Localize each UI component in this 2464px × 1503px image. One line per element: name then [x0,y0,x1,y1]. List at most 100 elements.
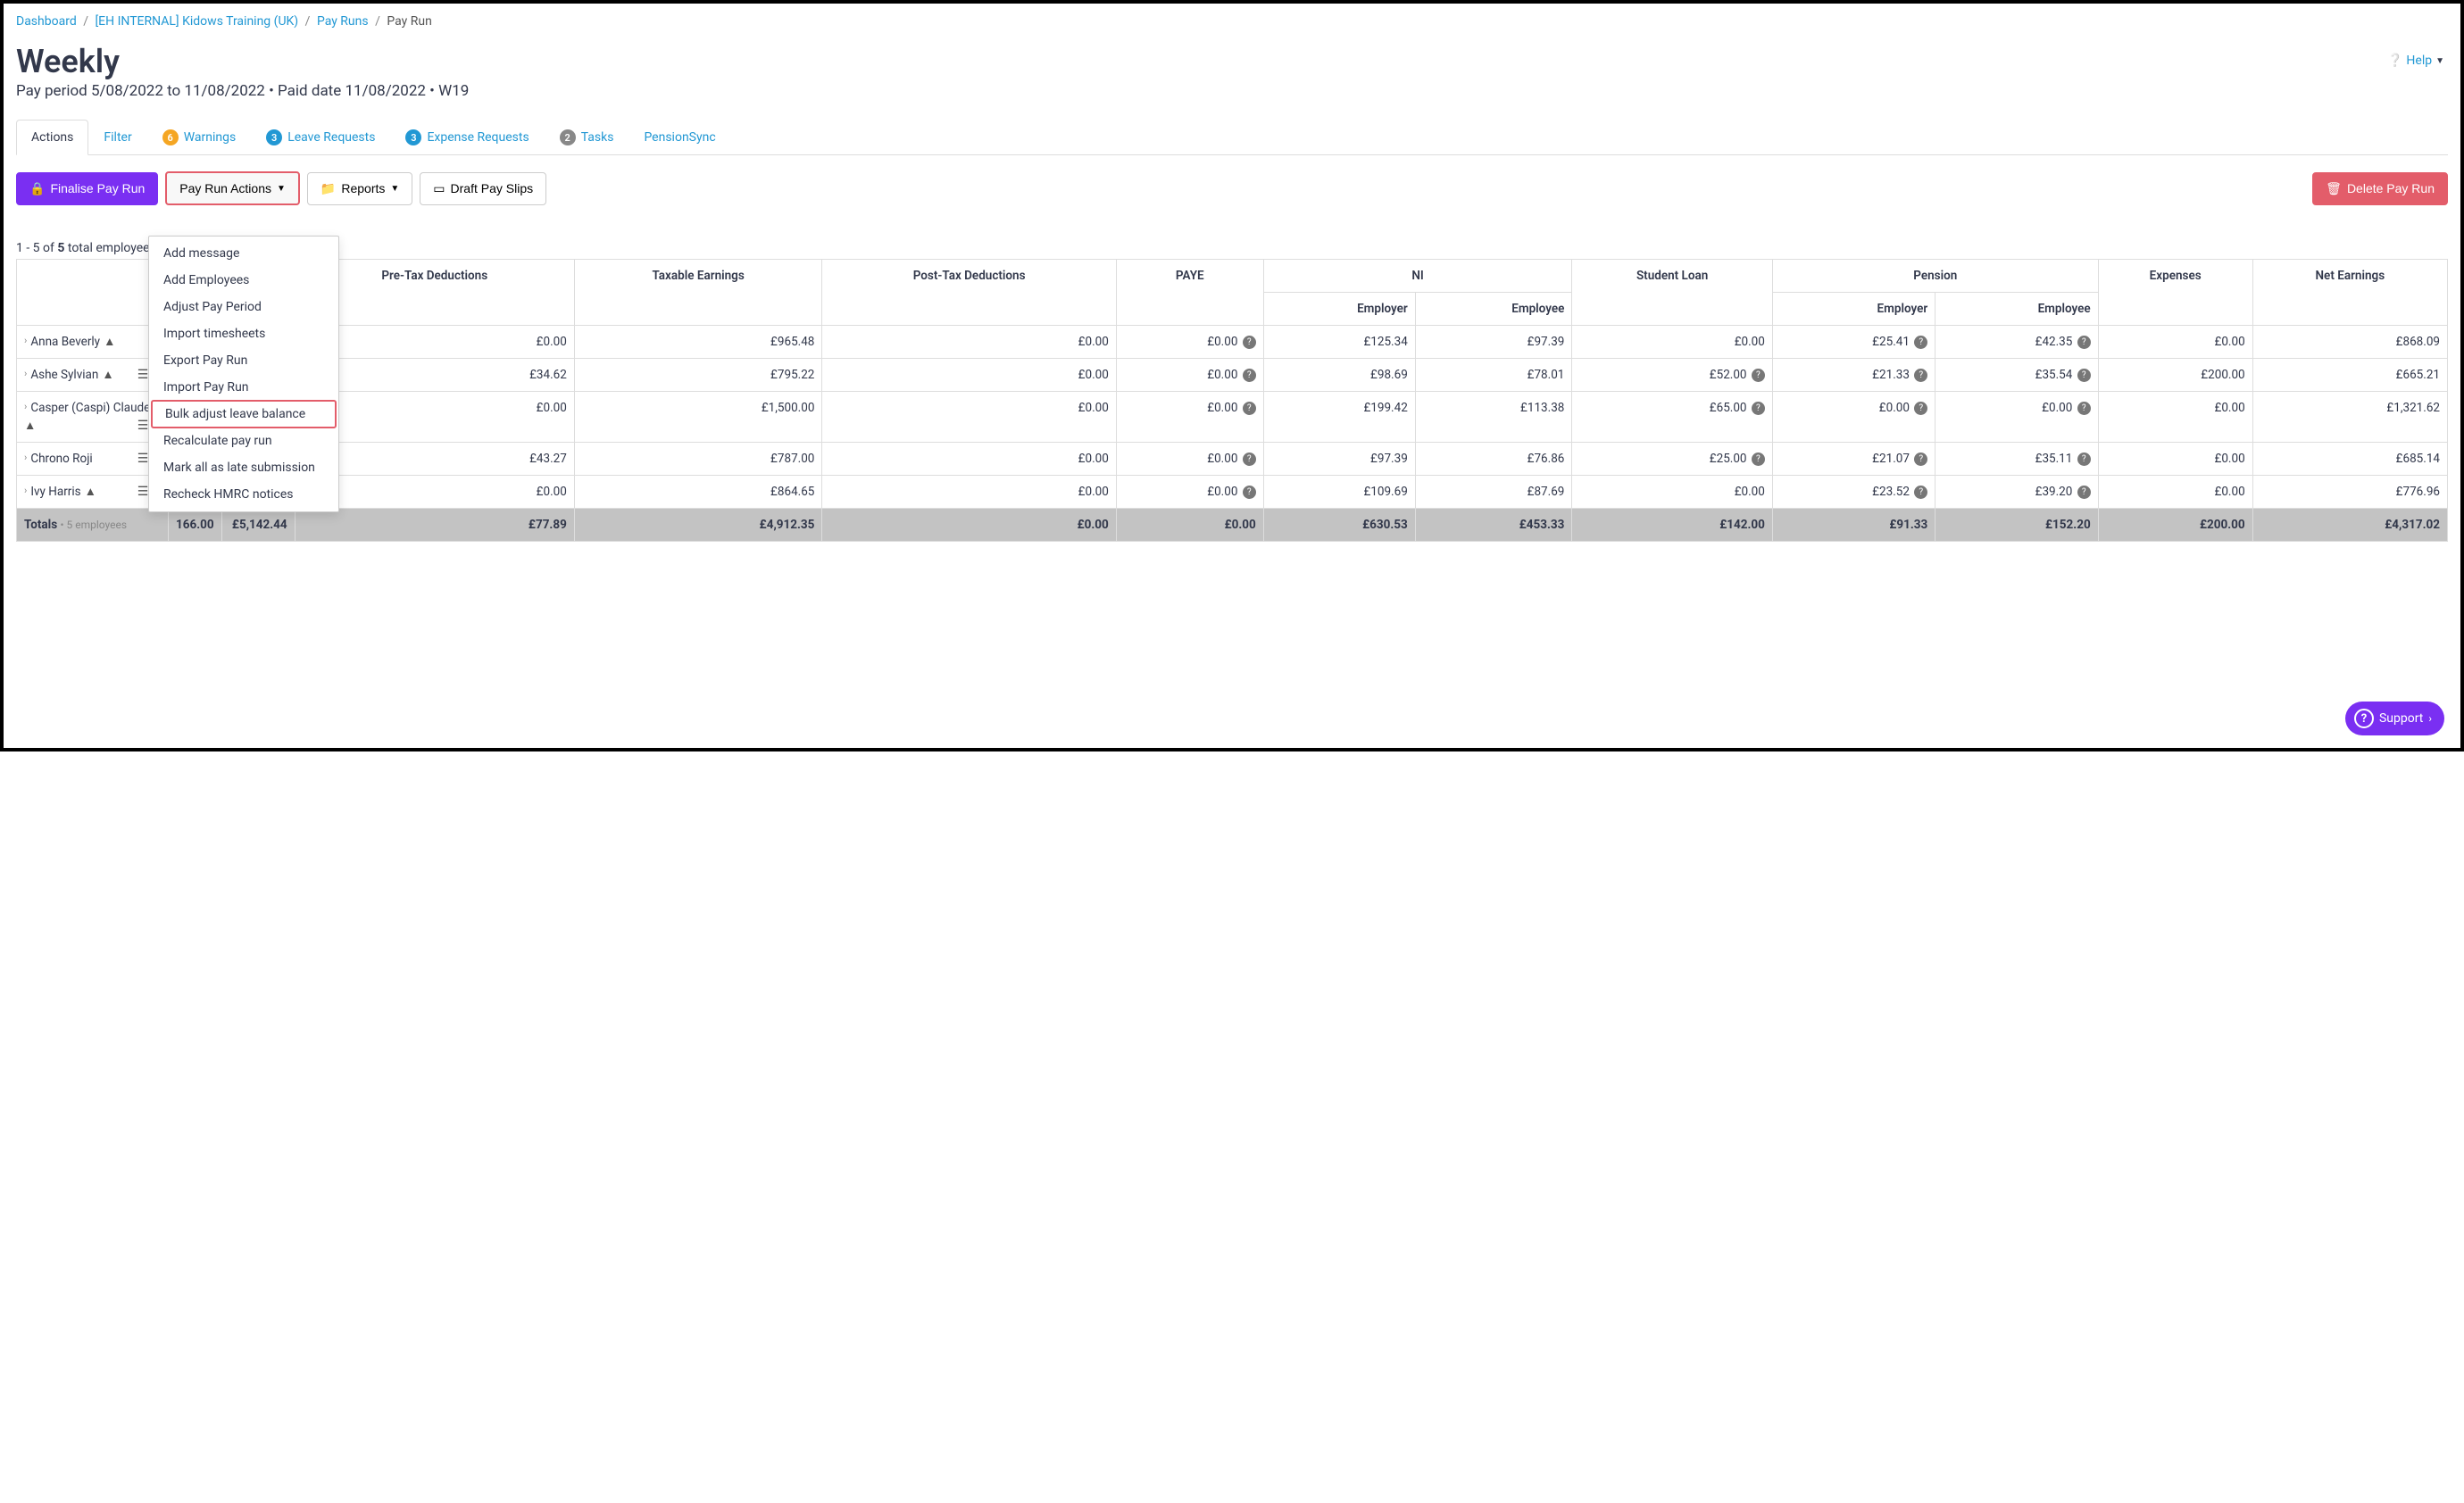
table-row: › Chrono Roji ☰✎38.00£865.38£43.27£787.0… [17,443,2448,476]
employee-name[interactable]: Casper (Caspi) Claude [30,401,150,415]
help-icon[interactable]: ? [1752,369,1765,382]
tab-expense-requests[interactable]: 3Expense Requests [390,120,544,154]
col-net: Net Earnings [2252,260,2447,326]
tab-actions[interactable]: Actions [16,120,88,155]
expand-row-icon[interactable]: › [24,401,27,412]
help-icon[interactable]: ? [1243,486,1256,499]
caret-down-icon: ▼ [2435,56,2444,66]
help-icon[interactable]: ? [2077,402,2091,415]
help-icon[interactable]: ? [2077,369,2091,382]
support-button[interactable]: ? Support › [2345,702,2444,735]
help-circle-icon: ❔ [2387,54,2402,68]
totals-row: Totals • 5 employees166.00£5,142.44£77.8… [17,509,2448,542]
help-icon[interactable]: ? [1914,486,1927,499]
pay-run-actions-button[interactable]: Pay Run Actions ▼ [165,171,300,205]
tabs: ActionsFilter6Warnings3Leave Requests3Ex… [16,120,2448,155]
tab-warnings[interactable]: 6Warnings [147,120,252,154]
employee-name[interactable]: Anna Beverly [30,335,100,349]
table-row: › Anna Beverly ▲£0.00£965.48£0.00£0.00 ?… [17,326,2448,359]
dropdown-item[interactable]: Export Pay Run [149,347,338,374]
help-icon[interactable]: ? [1752,453,1765,466]
caret-down-icon: ▼ [277,184,286,194]
dropdown-item[interactable]: Add Employees [149,267,338,294]
breadcrumb-current: Pay Run [387,14,431,29]
employee-count-summary: 1 - 5 of 5 total employees [16,241,2448,255]
help-link[interactable]: ❔ Help ▼ [2387,54,2444,68]
expand-row-icon[interactable]: › [24,368,27,379]
breadcrumb-link[interactable]: [EH INTERNAL] Kidows Training (UK) [95,14,298,29]
folder-icon: 📁 [320,181,336,196]
list-icon[interactable]: ☰ [137,485,149,499]
breadcrumb-link[interactable]: Dashboard [16,14,77,29]
table-row: › Ivy Harris ▲☰✎38.00£903.85£0.00£864.65… [17,476,2448,509]
badge: 6 [162,129,179,145]
tab-filter[interactable]: Filter [88,120,146,154]
breadcrumb: Dashboard / [EH INTERNAL] Kidows Trainin… [16,11,2448,36]
help-icon[interactable]: ? [1243,402,1256,415]
draft-pay-slips-button[interactable]: ▭ Draft Pay Slips [420,172,546,205]
col-group-pension: Pension [1772,260,2098,293]
employee-name[interactable]: Ashe Sylvian [30,368,98,382]
dropdown-item[interactable]: Adjust Pay Period [149,294,338,320]
page-subtitle: Pay period 5/08/2022 to 11/08/2022 • Pai… [16,82,2448,100]
delete-pay-run-button[interactable]: 🗑 Delete Pay Run [2312,172,2448,205]
help-icon[interactable]: ? [2077,486,2091,499]
dropdown-item[interactable]: Recheck HMRC notices [149,481,338,508]
dropdown-item[interactable]: Import Pay Run [149,374,338,401]
list-icon[interactable]: ☰ [137,368,149,382]
expand-row-icon[interactable]: › [24,335,27,346]
payrun-table: Pre-Tax Deductions Taxable Earnings Post… [16,259,2448,542]
badge: 3 [405,129,421,145]
list-icon[interactable]: ☰ [137,452,149,466]
chevron-right-icon: › [2428,712,2432,725]
breadcrumb-link[interactable]: Pay Runs [317,14,369,29]
table-row: › Ashe Sylvian ▲☰✎£34.62£795.22£0.00£0.0… [17,359,2448,392]
col-pension-employee: Employee [1935,293,2098,326]
col-ni-employee: Employee [1415,293,1572,326]
help-icon[interactable]: ? [1752,402,1765,415]
help-icon[interactable]: ? [1243,336,1256,349]
dropdown-item[interactable]: Import timesheets [149,320,338,347]
tab-pensionsync[interactable]: PensionSync [628,120,730,154]
help-icon[interactable]: ? [1243,453,1256,466]
dropdown-item[interactable]: Add message [149,240,338,267]
pay-run-actions-dropdown: Add messageAdd EmployeesAdjust Pay Perio… [148,236,339,512]
finalise-pay-run-button[interactable]: 🔒 Finalise Pay Run [16,172,158,205]
employee-name[interactable]: Chrono Roji [30,452,92,466]
help-icon[interactable]: ? [1914,402,1927,415]
toolbar: 🔒 Finalise Pay Run Pay Run Actions ▼ 📁 R… [16,155,2448,214]
help-icon[interactable]: ? [1914,453,1927,466]
question-circle-icon: ? [2354,709,2374,728]
help-icon[interactable]: ? [1243,369,1256,382]
col-student-loan: Student Loan [1572,260,1772,326]
lock-icon: 🔒 [29,181,45,196]
col-posttax: Post-Tax Deductions [822,260,1116,326]
badge: 2 [560,129,576,145]
help-icon[interactable]: ? [1914,336,1927,349]
col-ni-employer: Employer [1263,293,1415,326]
col-pension-employer: Employer [1772,293,1935,326]
table-row: › Casper (Caspi) Claude ▲☰✎6.00£1,500.00… [17,392,2448,443]
tab-leave-requests[interactable]: 3Leave Requests [251,120,390,154]
page-title: Weekly [16,43,2448,80]
dropdown-item[interactable]: Mark all as late submission [149,454,338,481]
employee-name[interactable]: Ivy Harris [30,485,80,499]
expand-row-icon[interactable]: › [24,452,27,463]
col-paye: PAYE [1116,260,1263,326]
warning-icon: ▲ [24,419,36,433]
reports-button[interactable]: 📁 Reports ▼ [307,172,412,205]
help-icon[interactable]: ? [1914,369,1927,382]
help-icon[interactable]: ? [2077,336,2091,349]
col-group-ni: NI [1263,260,1572,293]
warning-icon: ▲ [104,335,115,349]
list-icon[interactable]: ☰ [137,419,149,433]
warning-icon: ▲ [102,368,113,382]
badge: 3 [266,129,282,145]
dropdown-item[interactable]: Recalculate pay run [149,428,338,454]
help-icon[interactable]: ? [2077,453,2091,466]
col-taxable: Taxable Earnings [574,260,822,326]
dropdown-item[interactable]: Bulk adjust leave balance [151,400,337,428]
expand-row-icon[interactable]: › [24,485,27,496]
tab-tasks[interactable]: 2Tasks [545,120,629,154]
caret-down-icon: ▼ [390,184,399,194]
